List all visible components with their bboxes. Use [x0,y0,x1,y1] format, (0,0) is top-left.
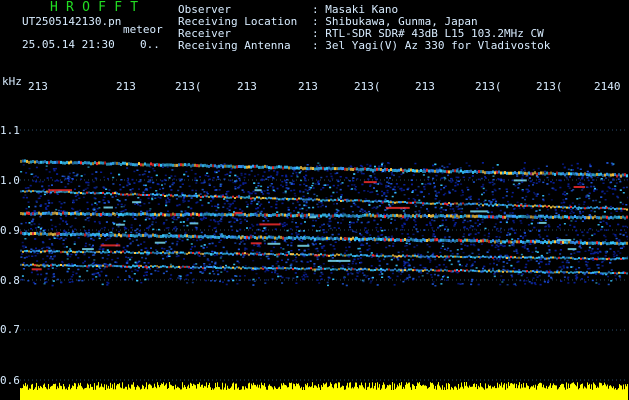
file-name: UT2505142130.pn [22,15,122,28]
date-time: 25.05.14 21:30 [22,38,115,51]
x-tick-label: 213 [28,80,48,93]
x-tick-label: 213 [237,80,257,93]
x-tick-label: 213( [475,80,502,93]
spectrogram-plot [20,100,628,400]
waterfall-display: { "header": { "title": "H R O F F T", "f… [0,0,629,400]
spectrogram-canvas [20,129,628,400]
y-tick-label: 1.1 [0,124,20,137]
x-tick-label: 213 [116,80,136,93]
mode-label: meteor [123,23,163,36]
x-tick-label: 2140 [594,80,621,93]
y-tick-label: 0.7 [0,323,20,336]
y-tick-label: 0.8 [0,274,20,287]
app-title: H R O F F T [50,0,139,15]
x-tick-label: 213 [298,80,318,93]
y-tick-label: 0.6 [0,374,20,387]
antenna-label: Receiving Antenna [178,39,291,52]
frequency-unit-label: kHz [2,75,22,88]
x-tick-label: 213( [354,80,381,93]
x-tick-label: 213( [536,80,563,93]
y-tick-label: 1.0 [0,174,20,187]
antenna-value: : 3el Yagi(V) Az 330 for Vladivostok [312,39,551,52]
y-tick-label: 0.9 [0,224,20,237]
x-tick-label: 213( [175,80,202,93]
counter-label: 0.. [140,38,160,51]
x-tick-label: 213 [415,80,435,93]
